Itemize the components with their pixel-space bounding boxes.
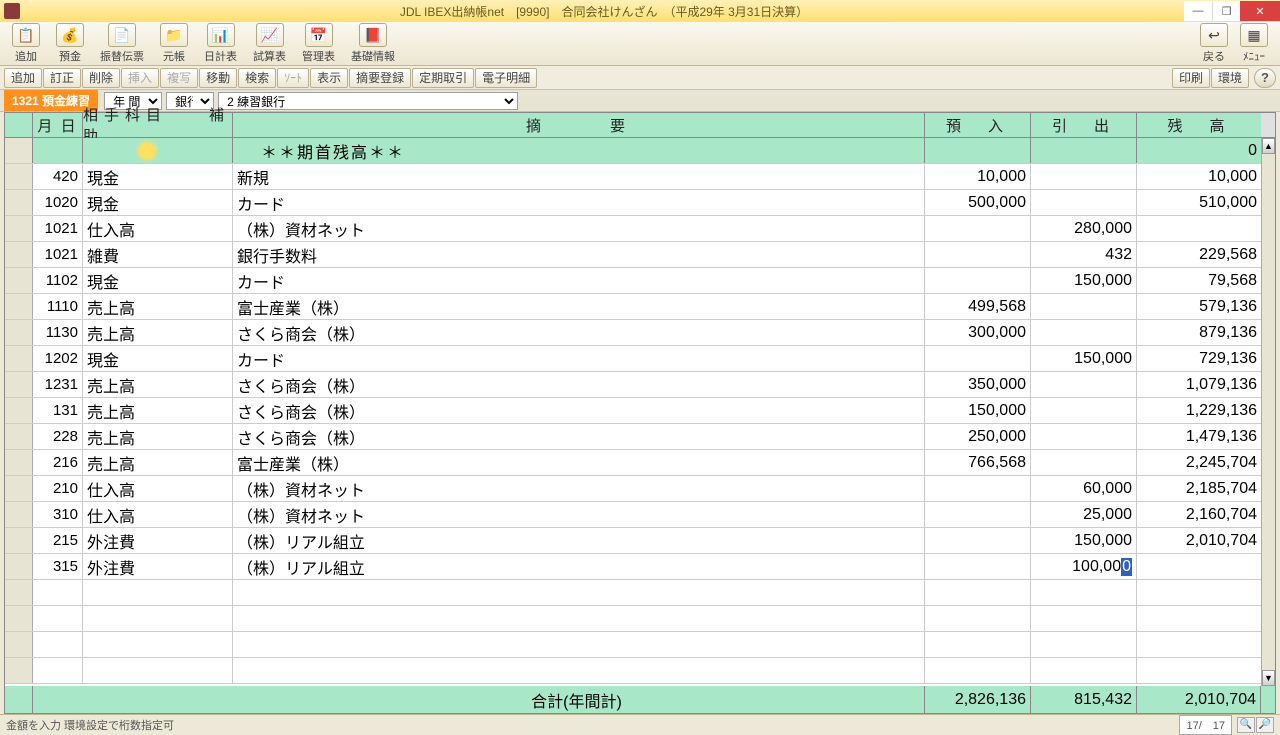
totals-withdraw: 815,432 [1031, 686, 1137, 713]
col-account[interactable]: 相手科目 補助 [83, 113, 233, 137]
toolbar-基礎情報[interactable]: 📕基礎情報 [343, 21, 403, 66]
cmd-訂正[interactable]: 訂正 [43, 68, 81, 88]
col-deposit[interactable]: 預 入 [925, 113, 1031, 137]
table-row[interactable]: 310 仕入高 （株）資材ネット 25,000 2,160,704 [5, 502, 1275, 528]
cmd-環境[interactable]: 環境 [1211, 68, 1249, 88]
col-balance[interactable]: 残 高 [1137, 113, 1261, 137]
試算表-icon: 📈 [256, 23, 284, 47]
toolbar-元帳[interactable]: 📁元帳 [152, 21, 196, 66]
cmd-定期取引[interactable]: 定期取引 [412, 68, 474, 88]
table-row[interactable] [5, 580, 1275, 606]
table-row[interactable]: 1020 現金 カード 500,000 510,000 [5, 190, 1275, 216]
table-row[interactable]: 131 売上高 さくら商会（株） 150,000 1,229,136 [5, 398, 1275, 424]
bank-select[interactable]: 2 練習銀行 [218, 92, 518, 110]
scroll-down-icon[interactable]: ▼ [1262, 670, 1275, 686]
cmd-ｿｰﾄ[interactable]: ｿｰﾄ [277, 68, 309, 88]
cmd-検索[interactable]: 検索 [238, 68, 276, 88]
基礎情報-icon: 📕 [359, 23, 387, 47]
toolbar-試算表[interactable]: 📈試算表 [245, 21, 294, 66]
zoom-in-icon[interactable]: 🔎 [1256, 717, 1274, 733]
table-row[interactable]: 1021 仕入高 （株）資材ネット 280,000 [5, 216, 1275, 242]
col-withdraw[interactable]: 引 出 [1031, 113, 1137, 137]
toolbar-日計表[interactable]: 📊日計表 [196, 21, 245, 66]
table-row[interactable]: 216 売上高 富士産業（株） 766,568 2,245,704 [5, 450, 1275, 476]
ﾒﾆｭｰ-icon: ▦ [1240, 23, 1268, 47]
status-text: 金額を入力 環境設定で桁数指定可 [6, 717, 174, 733]
cmd-移動[interactable]: 移動 [199, 68, 237, 88]
ledger-grid: 月 日 相手科目 補助 摘 要 預 入 引 出 残 高 ＊＊期首残高＊＊ 0 4… [4, 112, 1276, 714]
cmd-挿入[interactable]: 挿入 [121, 68, 159, 88]
totals-row: 合計(年間計) 2,826,136 815,432 2,010,704 [4, 686, 1276, 714]
table-row[interactable]: 1231 売上高 さくら商会（株） 350,000 1,079,136 [5, 372, 1275, 398]
table-row[interactable]: 210 仕入高 （株）資材ネット 60,000 2,185,704 [5, 476, 1275, 502]
totals-deposit: 2,826,136 [925, 686, 1031, 713]
scroll-up-icon[interactable]: ▲ [1262, 138, 1275, 154]
close-button[interactable]: ✕ [1240, 1, 1280, 21]
zoom-out-icon[interactable]: 🔍 [1237, 717, 1255, 733]
cmd-摘要登録[interactable]: 摘要登録 [349, 68, 411, 88]
totals-label: 合計(年間計) [33, 686, 925, 713]
grid-body[interactable]: ＊＊期首残高＊＊ 0 420 現金 新規 10,000 10,000 1020 … [4, 138, 1276, 686]
grid-header: 月 日 相手科目 補助 摘 要 預 入 引 出 残 高 [4, 112, 1276, 138]
command-bar: 追加訂正削除挿入複写移動検索ｿｰﾄ表示摘要登録定期取引電子明細 印刷環境 ? [0, 66, 1280, 90]
help-button[interactable]: ? [1254, 68, 1276, 88]
toolbar-追加[interactable]: 📋追加 [4, 21, 48, 66]
table-row[interactable]: 228 売上高 さくら商会（株） 250,000 1,479,136 [5, 424, 1275, 450]
cmd-印刷[interactable]: 印刷 [1172, 68, 1210, 88]
table-row[interactable]: 1110 売上高 富士産業（株） 499,568 579,136 [5, 294, 1275, 320]
戻る-icon: ↩ [1200, 23, 1228, 47]
cmd-追加[interactable]: 追加 [4, 68, 42, 88]
table-row[interactable] [5, 606, 1275, 632]
col-date[interactable]: 月 日 [33, 113, 83, 137]
元帳-icon: 📁 [160, 23, 188, 47]
追加-icon: 📋 [12, 23, 40, 47]
toolbar-預金[interactable]: 💰預金 [48, 21, 92, 66]
opening-row: ＊＊期首残高＊＊ 0 [5, 138, 1275, 164]
page-indicator: 17/ 17 [1179, 715, 1232, 735]
main-toolbar: 📋追加💰預金📄振替伝票📁元帳📊日計表📈試算表📅管理表📕基礎情報 ↩戻る▦ﾒﾆｭｰ [0, 22, 1280, 66]
table-row[interactable]: 1102 現金 カード 150,000 79,568 [5, 268, 1275, 294]
toolbar-振替伝票[interactable]: 📄振替伝票 [92, 21, 152, 66]
cmd-表示[interactable]: 表示 [310, 68, 348, 88]
table-row[interactable]: 215 外注費 （株）リアル組立 150,000 2,010,704 [5, 528, 1275, 554]
table-row[interactable]: 1130 売上高 さくら商会（株） 300,000 879,136 [5, 320, 1275, 346]
table-row[interactable]: 1202 現金 カード 150,000 729,136 [5, 346, 1275, 372]
table-row[interactable]: 315 外注費 （株）リアル組立 100,000 [5, 554, 1275, 580]
管理表-icon: 📅 [305, 23, 333, 47]
cmd-複写[interactable]: 複写 [160, 68, 198, 88]
app-icon [4, 3, 20, 19]
table-row[interactable] [5, 632, 1275, 658]
titlebar: JDL IBEX出納帳net [9990] 合同会社けんざん （平成29年 3月… [0, 0, 1280, 22]
scrollbar[interactable]: ▲ ▼ [1261, 138, 1275, 686]
table-row[interactable]: 1021 雑費 銀行手数料 432 229,568 [5, 242, 1275, 268]
totals-balance: 2,010,704 [1137, 686, 1261, 713]
col-memo[interactable]: 摘 要 [233, 113, 925, 137]
minimize-button[interactable]: — [1184, 1, 1212, 21]
預金-icon: 💰 [56, 23, 84, 47]
日計表-icon: 📊 [207, 23, 235, 47]
window-title: JDL IBEX出納帳net [9990] 合同会社けんざん （平成29年 3月… [24, 3, 1184, 20]
maximize-button[interactable]: ❐ [1212, 1, 1240, 21]
toolbar-戻る[interactable]: ↩戻る [1196, 21, 1232, 66]
table-row[interactable]: 420 現金 新規 10,000 10,000 [5, 164, 1275, 190]
toolbar-ﾒﾆｭｰ[interactable]: ▦ﾒﾆｭｰ [1236, 21, 1272, 66]
table-row[interactable] [5, 658, 1275, 684]
cmd-電子明細[interactable]: 電子明細 [475, 68, 537, 88]
status-bar: 金額を入力 環境設定で桁数指定可 17/ 17 🔍 🔎 [0, 714, 1280, 734]
toolbar-管理表[interactable]: 📅管理表 [294, 21, 343, 66]
振替伝票-icon: 📄 [108, 23, 136, 47]
cmd-削除[interactable]: 削除 [82, 68, 120, 88]
